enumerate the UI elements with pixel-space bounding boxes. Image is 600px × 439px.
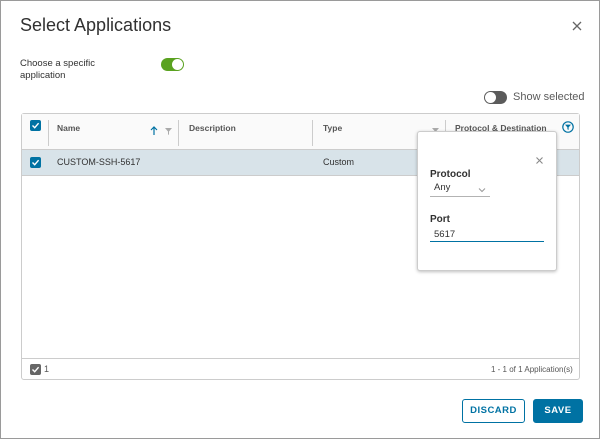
column-separator [312, 120, 313, 146]
protocol-selected-value: Any [434, 182, 451, 193]
show-selected-toggle[interactable] [484, 91, 507, 104]
column-header-name[interactable]: Name [57, 114, 80, 149]
chevron-down-icon [478, 185, 486, 196]
column-separator [178, 120, 179, 146]
close-icon[interactable] [570, 19, 586, 35]
selected-count-checkbox [30, 364, 41, 375]
name-filter-icon[interactable] [164, 123, 173, 141]
port-label: Port [430, 214, 450, 225]
sort-ascending-icon[interactable] [150, 123, 158, 141]
row-type: Custom [323, 157, 355, 167]
column-header-description[interactable]: Description [189, 114, 236, 149]
toggle-knob [172, 59, 183, 70]
choose-specific-application-toggle[interactable] [161, 58, 184, 71]
choose-specific-application-label: Choose a specific application [20, 58, 95, 81]
discard-button[interactable]: DISCARD [462, 399, 525, 423]
pagination-range: 1 - 1 of 1 Application(s) [491, 365, 573, 374]
select-applications-dialog: Select Applications Choose a specific ap… [0, 0, 600, 439]
selected-count: 1 [44, 364, 50, 374]
row-checkbox[interactable] [30, 157, 41, 168]
column-separator [48, 120, 49, 146]
select-all-checkbox[interactable] [30, 120, 41, 131]
protocol-filter-active-icon[interactable] [562, 120, 574, 138]
show-selected-label: Show selected [513, 91, 585, 103]
port-input[interactable] [430, 227, 544, 242]
protocol-filter-popover: Protocol Any Port [417, 131, 557, 271]
column-header-type[interactable]: Type [323, 114, 342, 149]
toggle-knob [485, 92, 496, 103]
protocol-select[interactable]: Any [430, 182, 490, 197]
row-name: CUSTOM-SSH-5617 [57, 157, 141, 167]
protocol-label: Protocol [430, 169, 471, 180]
grid-footer: 1 1 - 1 of 1 Application(s) [22, 358, 579, 381]
close-icon[interactable] [535, 152, 544, 170]
save-button[interactable]: SAVE [533, 399, 583, 423]
dialog-title: Select Applications [20, 15, 172, 35]
